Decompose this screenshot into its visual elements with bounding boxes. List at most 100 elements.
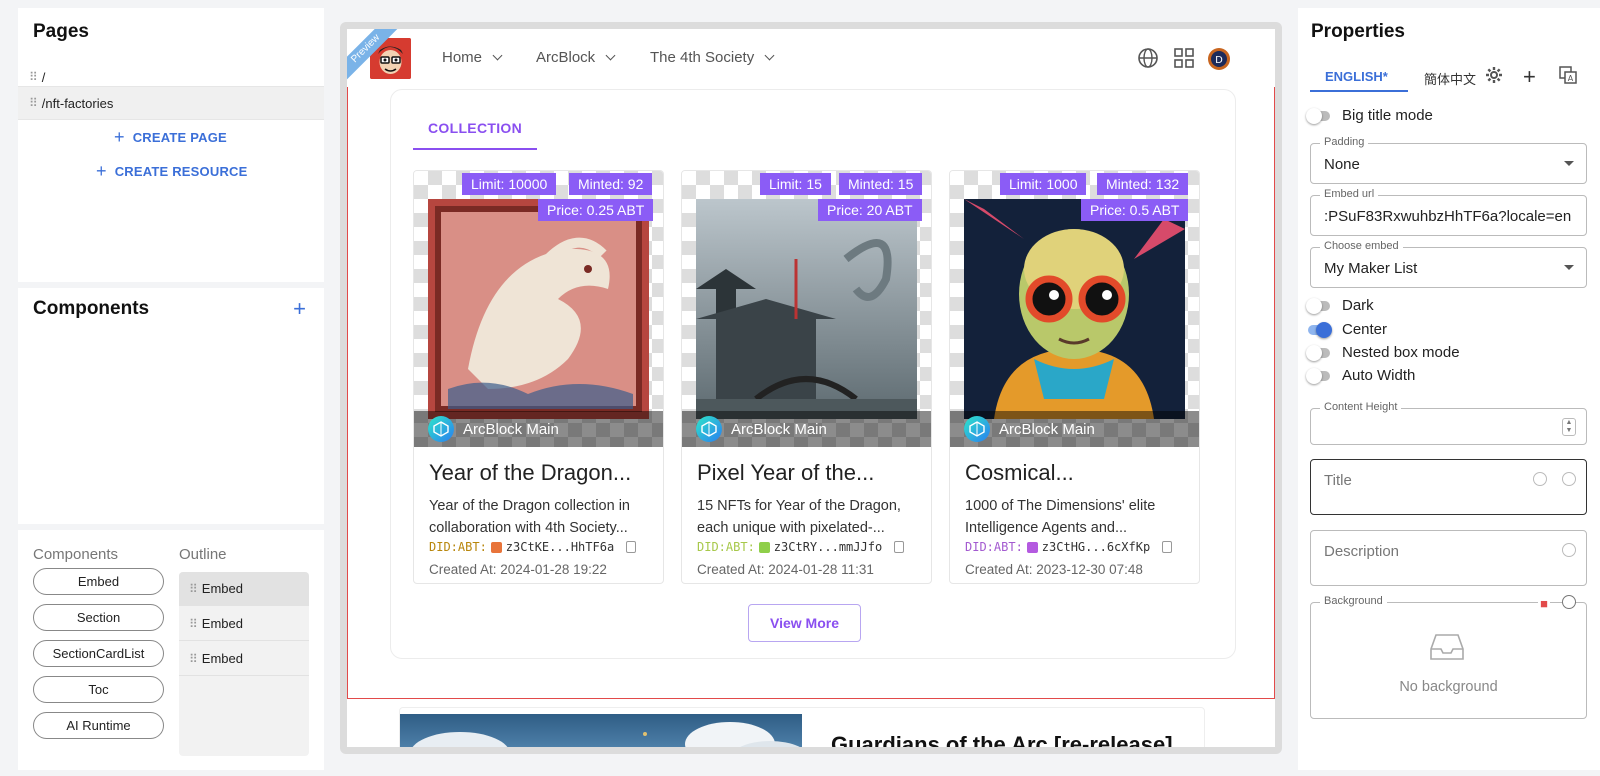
selected-embed-block[interactable]: COLLECTION Limit: 10000 Minted: 92 Price… [347,87,1275,699]
trash-icon[interactable]: ■ [1538,596,1550,611]
content-height-input[interactable]: Content Height ▲ ▼ [1310,401,1587,445]
svg-text:D: D [1215,55,1223,66]
nested-box-mode-toggle[interactable]: Nested box mode [1306,344,1460,361]
component-pill-sectioncardlist[interactable]: SectionCardList [33,640,164,667]
page-item-label: / [41,69,46,85]
switch[interactable] [1306,297,1330,314]
tab-english[interactable]: ENGLISH* [1325,69,1388,84]
chain-name: ArcBlock Main [463,420,559,438]
nft-title[interactable]: Cosmical... [965,460,1074,486]
nft-title[interactable]: Pixel Year of the... [697,460,874,486]
drag-handle-icon[interactable]: ⠿ [29,70,38,84]
nft-title[interactable]: Year of the Dragon... [429,460,631,486]
padding-select[interactable]: Padding None [1310,136,1587,184]
translate-icon[interactable]: A [1559,66,1577,89]
nav-arcblock[interactable]: ArcBlock [536,49,616,66]
limit-badge: Limit: 15 [760,173,831,195]
toggle-label: Auto Width [1342,367,1416,384]
globe-icon[interactable] [1562,472,1576,486]
arcblock-chain-icon [964,416,990,442]
pages-panel: Pages ⠿ / ⠿ /nft-factories + CREATE PAGE… [18,8,324,282]
background-picker[interactable]: Background ■ No background [1310,595,1587,719]
component-pill-ai-runtime[interactable]: AI Runtime [33,712,164,739]
drag-handle-icon[interactable]: ⠿ [189,617,198,631]
outline-item[interactable]: ⠿ Embed [179,572,309,606]
globe-icon[interactable] [1137,47,1159,74]
nft-card[interactable]: Limit: 15 Minted: 15 Price: 20 ABT ArcBl… [681,170,932,584]
title-placeholder: Title [1324,472,1352,489]
outline-list: ⠿ Embed ⠿ Embed ⠿ Embed [179,572,309,756]
choose-embed-select[interactable]: Choose embed My Maker List [1310,240,1587,288]
guardians-image [400,714,802,747]
components-column-header: Components [33,546,119,563]
create-page-label: CREATE PAGE [132,130,227,145]
dark-toggle[interactable]: Dark [1306,297,1374,314]
switch[interactable] [1306,107,1330,124]
switch[interactable] [1306,367,1330,384]
active-tab-indicator [1310,90,1408,92]
add-component-icon[interactable]: + [293,296,306,322]
auto-width-toggle[interactable]: Auto Width [1306,367,1416,384]
copy-icon[interactable] [894,541,905,553]
did-avatar-icon [490,541,502,553]
chevron-down-icon [605,50,616,61]
tab-simplified-chinese[interactable]: 簡体中文 [1424,69,1476,88]
dropdown-caret-icon [1564,265,1574,270]
guardians-title[interactable]: Guardians of the Arc [re-release] [831,732,1173,747]
nav-home[interactable]: Home [442,49,503,66]
create-page-button[interactable]: + CREATE PAGE [114,127,227,148]
page-item-nft-factories[interactable]: ⠿ /nft-factories [18,86,324,120]
center-toggle[interactable]: Center [1308,321,1387,338]
embed-url-input[interactable]: Embed url :PSuF83RxwuhbzHhTF6a?locale=en [1310,188,1587,236]
drag-handle-icon[interactable]: ⠿ [29,96,38,110]
gear-icon[interactable] [1485,66,1503,89]
plus-icon: + [96,161,107,181]
chain-name: ArcBlock Main [731,420,827,438]
toggle-label: Center [1342,321,1388,338]
field-label: Choose embed [1320,240,1403,252]
create-resource-button[interactable]: + CREATE RESOURCE [96,161,248,182]
component-pill-embed[interactable]: Embed [33,568,164,595]
nft-card[interactable]: Limit: 10000 Minted: 92 Price: 0.25 ABT … [413,170,664,584]
outline-item[interactable]: ⠿ Embed [179,642,309,676]
component-pill-section[interactable]: Section [33,604,164,631]
title-input[interactable]: Title [1310,459,1587,515]
field-label: Content Height [1320,401,1402,413]
outline-item-label: Embed [201,651,243,666]
arcblock-chain-icon [696,416,722,442]
drag-handle-icon[interactable]: ⠿ [189,582,198,596]
drag-handle-icon[interactable]: ⠿ [189,652,198,666]
nft-card[interactable]: Limit: 1000 Minted: 132 Price: 0.5 ABT A… [949,170,1200,584]
nav-4th-society-label: The 4th Society [650,49,755,66]
field-value: My Maker List [1324,260,1418,277]
copy-icon[interactable] [1162,541,1173,553]
guardians-section: Guardians of the Arc [re-release] [399,707,1205,747]
settings-icon[interactable] [1533,472,1547,486]
stepper-icon[interactable]: ▲ ▼ [1562,418,1576,436]
settings-icon[interactable] [1562,543,1576,557]
avatar[interactable]: D [1207,47,1231,76]
nav-4th-society[interactable]: The 4th Society [650,49,775,66]
view-more-button[interactable]: View More [748,604,861,642]
switch[interactable] [1306,344,1330,361]
settings-icon[interactable] [1562,595,1576,609]
pages-title: Pages [33,21,89,42]
outline-item[interactable]: ⠿ Embed [179,607,309,641]
switch[interactable] [1308,321,1332,338]
nft-description: Year of the Dragon collection in collabo… [429,498,630,536]
dragon-artwork [428,199,649,419]
apps-grid-icon[interactable] [1173,47,1195,74]
description-input[interactable]: Description [1310,530,1587,586]
copy-icon[interactable] [626,541,637,553]
field-label: Padding [1320,136,1369,148]
add-language-icon[interactable]: + [1523,64,1536,90]
did-value: z3CtKE...HhTF6a [505,540,615,554]
component-pill-toc[interactable]: Toc [33,676,164,703]
created-at: Created At: 2024-01-28 11:31 [697,562,874,577]
price-badge: Price: 0.5 ABT [1081,199,1189,221]
tab-collection[interactable]: COLLECTION [413,120,537,150]
nav-home-label: Home [442,49,483,66]
minted-badge: Minted: 92 [569,173,653,195]
big-title-mode-toggle[interactable]: Big title mode [1306,107,1433,124]
did-avatar-icon [1026,541,1038,553]
